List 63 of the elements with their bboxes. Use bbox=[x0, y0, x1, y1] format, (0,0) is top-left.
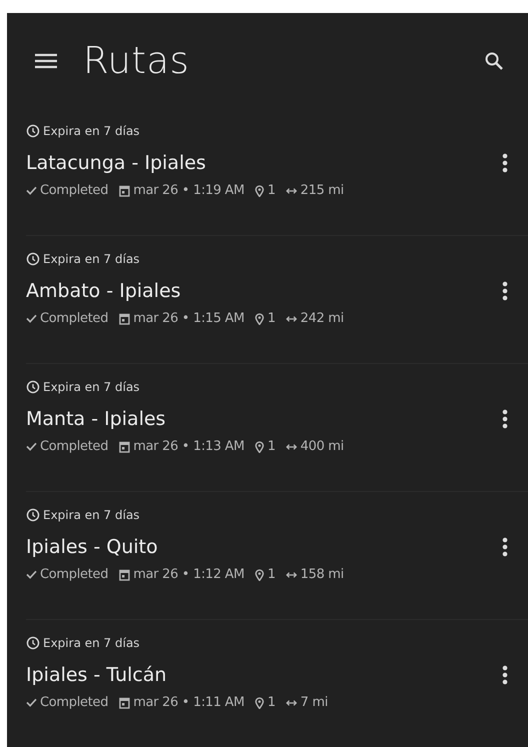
clock-icon bbox=[26, 124, 40, 138]
more-options-button[interactable] bbox=[502, 153, 508, 173]
clock-icon bbox=[26, 636, 40, 650]
more-options-button[interactable] bbox=[502, 537, 508, 557]
distance-label: 215 mi bbox=[300, 183, 344, 198]
check-icon bbox=[26, 186, 37, 195]
status-label: Completed bbox=[40, 695, 108, 710]
double-arrow-icon bbox=[286, 698, 298, 706]
status-label: Completed bbox=[40, 439, 108, 454]
calendar-icon bbox=[119, 696, 130, 708]
check-icon bbox=[26, 442, 37, 451]
calendar-icon bbox=[119, 440, 130, 452]
status-label: Completed bbox=[40, 183, 108, 198]
route-name: Manta - Ipiales bbox=[26, 408, 167, 430]
location-pin-icon bbox=[255, 568, 264, 580]
calendar-icon bbox=[119, 184, 130, 196]
stops-count: 1 bbox=[267, 311, 276, 326]
check-icon bbox=[26, 314, 37, 323]
date-label: mar 26 • 1:19 AM bbox=[133, 183, 244, 198]
clock-icon bbox=[26, 380, 40, 394]
expiry-label: Expira en 7 días bbox=[43, 636, 140, 650]
more-options-button[interactable] bbox=[502, 665, 508, 685]
distance-label: 400 mi bbox=[300, 439, 344, 454]
more-options-button[interactable] bbox=[502, 281, 508, 301]
route-name: Ipiales - Quito bbox=[26, 536, 159, 558]
clock-icon bbox=[26, 252, 40, 266]
route-name: Ambato - Ipiales bbox=[26, 280, 182, 302]
stops-count: 1 bbox=[267, 695, 276, 710]
stops-count: 1 bbox=[267, 439, 276, 454]
location-pin-icon bbox=[255, 184, 264, 196]
calendar-icon bbox=[119, 568, 130, 580]
location-pin-icon bbox=[255, 312, 264, 324]
expiry-label: Expira en 7 días bbox=[43, 380, 140, 394]
date-label: mar 26 • 1:12 AM bbox=[133, 567, 244, 582]
date-label: mar 26 • 1:11 AM bbox=[133, 695, 244, 710]
double-arrow-icon bbox=[286, 186, 298, 194]
location-pin-icon bbox=[255, 440, 264, 452]
double-arrow-icon bbox=[286, 314, 298, 322]
stops-count: 1 bbox=[267, 567, 276, 582]
search-button[interactable] bbox=[484, 50, 504, 70]
status-label: Completed bbox=[40, 311, 108, 326]
stops-count: 1 bbox=[267, 183, 276, 198]
distance-label: 158 mi bbox=[300, 567, 344, 582]
expiry-label: Expira en 7 días bbox=[43, 124, 140, 138]
page-title: Rutas bbox=[83, 39, 190, 82]
check-icon bbox=[26, 570, 37, 579]
distance-label: 7 mi bbox=[300, 695, 328, 710]
menu-button[interactable] bbox=[35, 52, 57, 68]
date-label: mar 26 • 1:15 AM bbox=[133, 311, 244, 326]
expiry-label: Expira en 7 días bbox=[43, 508, 140, 522]
calendar-icon bbox=[119, 312, 130, 324]
distance-label: 242 mi bbox=[300, 311, 344, 326]
location-pin-icon bbox=[255, 696, 264, 708]
date-label: mar 26 • 1:13 AM bbox=[133, 439, 244, 454]
expiry-label: Expira en 7 días bbox=[43, 252, 140, 266]
status-label: Completed bbox=[40, 567, 108, 582]
clock-icon bbox=[26, 508, 40, 522]
more-options-button[interactable] bbox=[502, 409, 508, 429]
route-name: Ipiales - Tulcán bbox=[26, 664, 168, 686]
double-arrow-icon bbox=[286, 570, 298, 578]
check-icon bbox=[26, 698, 37, 707]
route-name: Latacunga - Ipiales bbox=[26, 152, 207, 174]
double-arrow-icon bbox=[286, 442, 298, 450]
